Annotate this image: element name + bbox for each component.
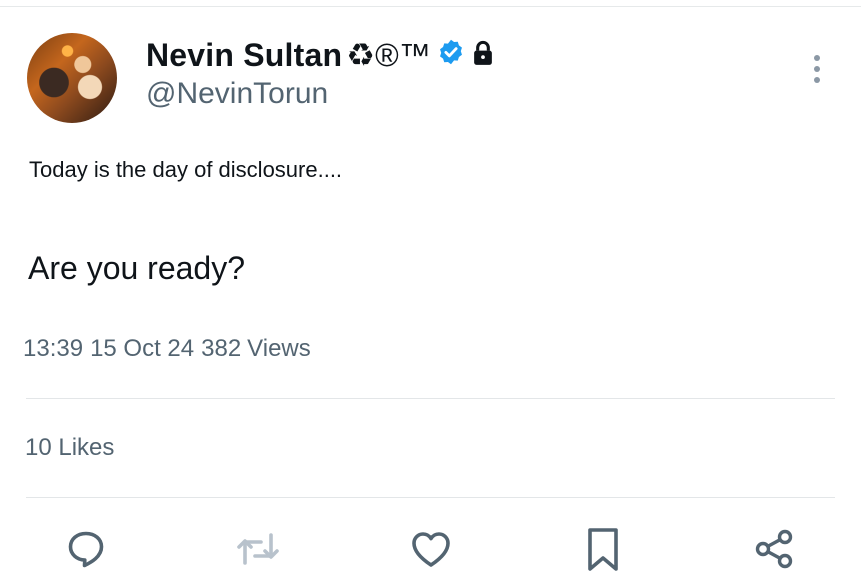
like-button[interactable] xyxy=(409,529,453,573)
views-count: 382 xyxy=(201,335,242,362)
tweet-text-line-2: Are you ready? xyxy=(28,250,246,286)
author-name-row[interactable]: Nevin Sultan ♻®™ xyxy=(146,36,495,74)
likes-label: Likes xyxy=(58,434,115,461)
lock-icon xyxy=(471,37,495,74)
divider xyxy=(26,398,835,399)
author-handle[interactable]: @NevinTorun xyxy=(146,77,328,111)
likes-count: 10 xyxy=(25,434,52,461)
display-name: Nevin Sultan xyxy=(146,36,343,73)
views-label: Views xyxy=(247,335,311,362)
tweet-text-line-1: Today is the day of disclosure.... xyxy=(29,157,343,182)
share-button[interactable] xyxy=(752,529,796,573)
verified-badge-icon xyxy=(437,37,465,74)
retweet-button[interactable] xyxy=(236,529,280,573)
name-emoji-suffix: ♻®™ xyxy=(346,37,432,73)
tweet-metadata: 13:39 15 Oct 24 382 Views xyxy=(23,335,318,363)
bookmark-icon xyxy=(581,525,625,578)
action-bar xyxy=(0,525,861,578)
reply-icon xyxy=(64,527,108,576)
tweet-time[interactable]: 13:39 xyxy=(23,335,83,362)
retweet-icon xyxy=(234,527,282,576)
share-icon xyxy=(752,527,796,576)
more-options-icon[interactable] xyxy=(805,52,829,86)
tweet-date[interactable]: 15 Oct 24 xyxy=(90,335,194,362)
divider xyxy=(26,497,835,498)
bookmark-button[interactable] xyxy=(581,527,625,573)
avatar[interactable] xyxy=(27,33,117,123)
like-icon xyxy=(409,527,453,576)
likes-stat[interactable]: 10 Likes xyxy=(25,434,114,462)
top-divider xyxy=(0,6,861,7)
reply-button[interactable] xyxy=(64,529,108,573)
